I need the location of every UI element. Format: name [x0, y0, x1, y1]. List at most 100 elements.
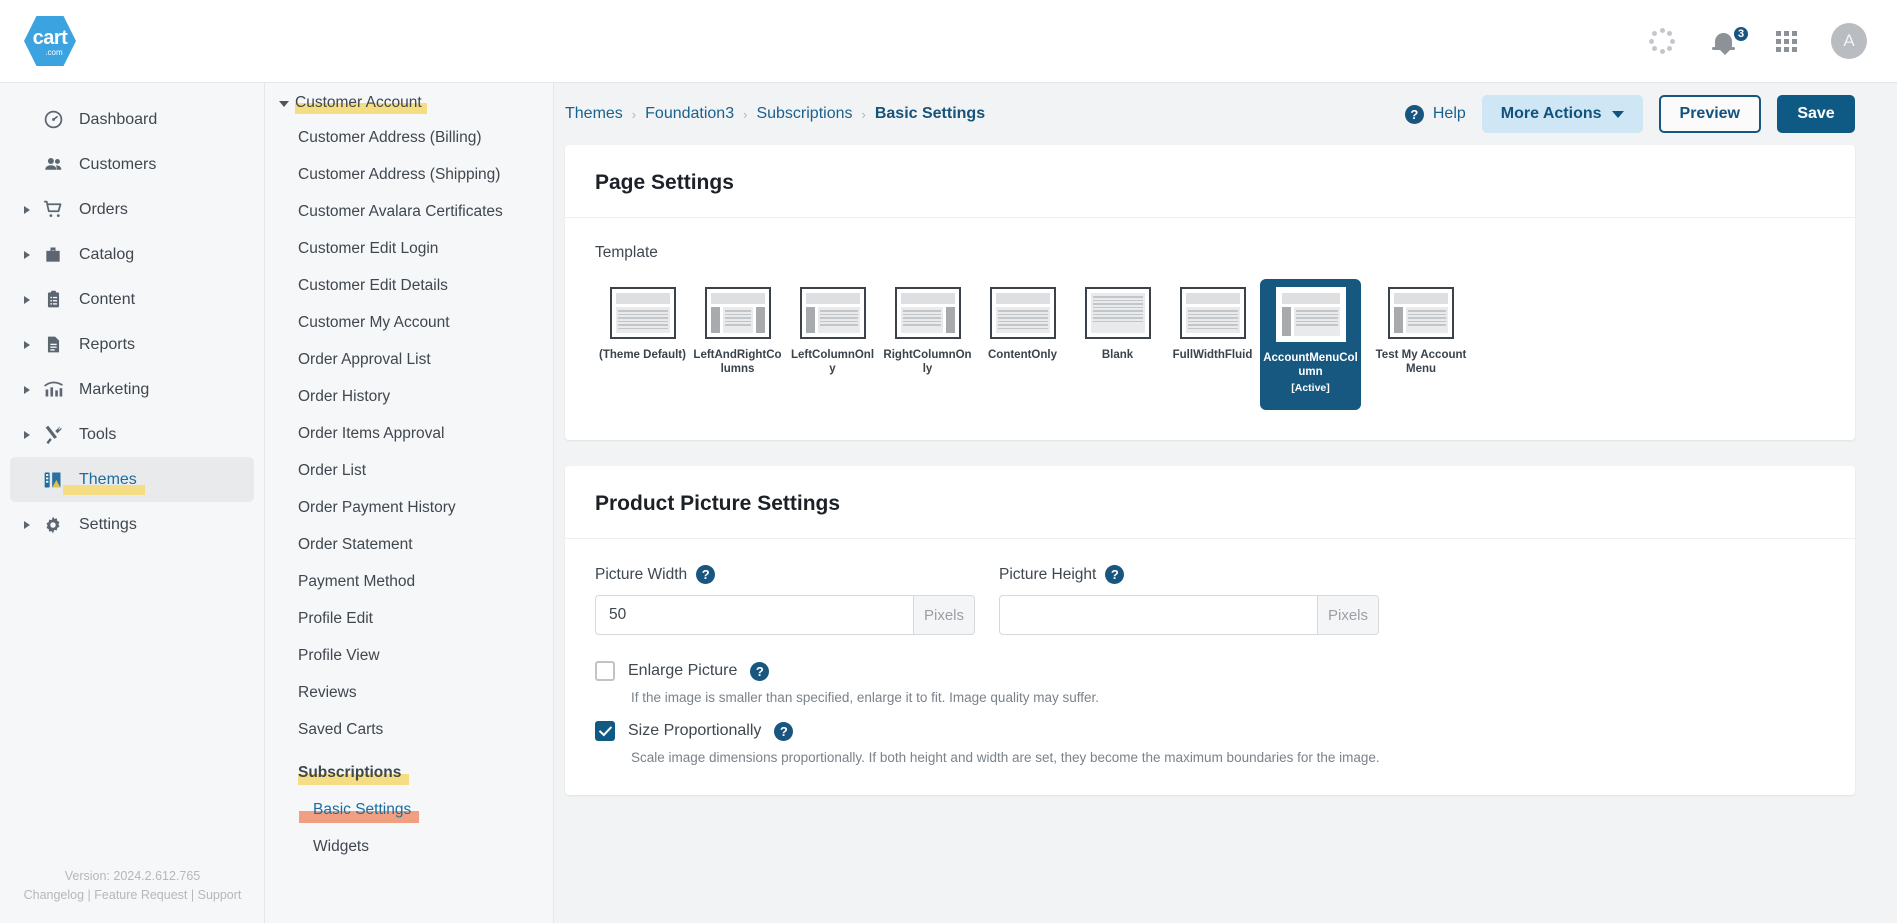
sidebar-item-reports[interactable]: Reports: [10, 322, 254, 367]
pages-item-basic-settings[interactable]: Basic Settings: [265, 791, 553, 828]
template-thumbnail: [1084, 287, 1151, 339]
loading-spinner-icon[interactable]: [1645, 24, 1679, 58]
enlarge-picture-checkbox[interactable]: [595, 661, 615, 681]
expand-caret[interactable]: [24, 385, 34, 394]
template-name: AccountMenuColumn: [1263, 352, 1358, 378]
save-button[interactable]: Save: [1777, 95, 1855, 133]
product-picture-settings-body: Picture Width ? Pixels Picture Height ?: [565, 539, 1855, 795]
pages-item-order-history[interactable]: Order History: [265, 378, 553, 415]
question-mark-icon[interactable]: ?: [696, 565, 716, 584]
pages-item-customer-address-shipping[interactable]: Customer Address (Shipping): [265, 156, 553, 193]
more-actions-button[interactable]: More Actions: [1481, 95, 1643, 133]
picture-height-input[interactable]: [999, 595, 1317, 635]
template-option-theme-default[interactable]: (Theme Default): [595, 279, 690, 372]
breadcrumb-themes[interactable]: Themes: [565, 105, 623, 123]
pages-item-order-list[interactable]: Order List: [265, 452, 553, 489]
preview-button[interactable]: Preview: [1658, 95, 1761, 133]
pages-group-label: Customer Account: [295, 94, 422, 111]
pages-item-customer-address-billing[interactable]: Customer Address (Billing): [265, 119, 553, 156]
template-option-left-column-only[interactable]: LeftColumnOnly: [785, 279, 880, 386]
pages-item-order-statement[interactable]: Order Statement: [265, 526, 553, 563]
pages-item-customer-my-account[interactable]: Customer My Account: [265, 304, 553, 341]
pages-item-label: Order Items Approval: [298, 425, 445, 442]
picture-height-input-group: Pixels: [999, 595, 1379, 635]
pages-item-saved-carts[interactable]: Saved Carts: [265, 711, 553, 748]
pages-item-label: Widgets: [313, 838, 369, 855]
chevron-down-icon: [279, 101, 289, 107]
pages-item-reviews[interactable]: Reviews: [265, 674, 553, 711]
sidebar-item-themes[interactable]: Themes: [10, 457, 254, 502]
template-name: (Theme Default): [599, 349, 686, 361]
product-picture-settings-header: Product Picture Settings: [565, 466, 1855, 539]
pages-item-widgets[interactable]: Widgets: [265, 828, 553, 865]
sidebar-item-orders[interactable]: Orders: [10, 187, 254, 232]
question-mark-icon[interactable]: ?: [1105, 565, 1125, 584]
expand-caret[interactable]: [24, 520, 34, 529]
pages-item-order-payment-history[interactable]: Order Payment History: [265, 489, 553, 526]
picture-height-label: Picture Height: [999, 565, 1097, 583]
sidebar-item-settings[interactable]: Settings: [10, 502, 254, 547]
template-option-blank[interactable]: Blank: [1070, 279, 1165, 372]
breadcrumb-subscriptions[interactable]: Subscriptions: [756, 105, 852, 123]
expand-caret[interactable]: [24, 430, 34, 439]
theme-pages-nav: Customer Account Customer Address (Billi…: [265, 83, 554, 923]
apps-grid-icon[interactable]: [1769, 24, 1803, 58]
expand-caret[interactable]: [24, 340, 34, 349]
sidebar-item-dashboard[interactable]: Dashboard: [10, 97, 254, 142]
sidebar-item-label: Reports: [79, 335, 136, 353]
template-thumbnail: [799, 287, 866, 339]
size-proportionally-checkbox[interactable]: [595, 721, 615, 741]
pages-item-label: Customer Address (Billing): [298, 129, 482, 146]
template-thumbnail: [609, 287, 676, 339]
support-link[interactable]: Support: [198, 888, 242, 902]
breadcrumb-foundation3[interactable]: Foundation3: [645, 105, 734, 123]
pages-item-customer-edit-login[interactable]: Customer Edit Login: [265, 230, 553, 267]
breadcrumb: Themes › Foundation3 › Subscriptions › B…: [565, 105, 985, 123]
pages-item-label: Customer Edit Login: [298, 240, 439, 257]
expand-caret[interactable]: [24, 295, 34, 304]
sidebar-item-label: Settings: [79, 515, 137, 533]
sidebar-item-content[interactable]: Content: [10, 277, 254, 322]
template-option-left-and-right-columns[interactable]: LeftAndRightColumns: [690, 279, 785, 386]
sidebar-item-label: Content: [79, 290, 136, 308]
template-option-account-menu-column[interactable]: AccountMenuColumn [Active]: [1260, 279, 1361, 410]
pages-item-customer-edit-details[interactable]: Customer Edit Details: [265, 267, 553, 304]
pages-item-order-items-approval[interactable]: Order Items Approval: [265, 415, 553, 452]
reports-document-icon: [40, 335, 66, 354]
question-mark-icon[interactable]: ?: [750, 661, 770, 681]
help-link[interactable]: ? Help: [1404, 104, 1466, 124]
feature-request-link[interactable]: Feature Request: [94, 888, 187, 902]
pages-item-profile-view[interactable]: Profile View: [265, 637, 553, 674]
sidebar-item-customers[interactable]: Customers: [10, 142, 254, 187]
picture-dimension-fields: Picture Width ? Pixels Picture Height ?: [595, 565, 1825, 635]
pages-group-customer-account[interactable]: Customer Account: [265, 87, 553, 119]
sidebar-item-catalog[interactable]: Catalog: [10, 232, 254, 277]
pages-item-order-approval-list[interactable]: Order Approval List: [265, 341, 553, 378]
cart-com-logo[interactable]: cart .com: [22, 13, 78, 69]
expand-caret[interactable]: [24, 205, 34, 214]
template-option-test-my-account-menu[interactable]: Test My Account Menu: [1361, 279, 1481, 386]
settings-gear-icon: [40, 515, 66, 535]
pages-item-profile-edit[interactable]: Profile Edit: [265, 600, 553, 637]
template-option-right-column-only[interactable]: RightColumnOnly: [880, 279, 975, 386]
changelog-link[interactable]: Changelog: [24, 888, 84, 902]
pages-item-payment-method[interactable]: Payment Method: [265, 563, 553, 600]
pages-item-customer-avalara-certificates[interactable]: Customer Avalara Certificates: [265, 193, 553, 230]
bell-icon[interactable]: 3: [1707, 24, 1750, 58]
sidebar-item-label: Themes: [79, 470, 137, 488]
help-label: Help: [1432, 105, 1466, 122]
pages-group-subscriptions[interactable]: Subscriptions: [265, 748, 553, 791]
sidebar-item-tools[interactable]: Tools: [10, 412, 254, 457]
template-name: FullWidthFluid: [1172, 349, 1253, 361]
expand-caret[interactable]: [24, 250, 34, 259]
sidebar-item-marketing[interactable]: Marketing: [10, 367, 254, 412]
chevron-down-icon: [1611, 110, 1624, 118]
template-option-full-width-fluid[interactable]: FullWidthFluid: [1165, 279, 1260, 372]
footer-separator: |: [190, 888, 195, 902]
size-proportionally-row: Size Proportionally ?: [595, 721, 1825, 741]
template-name: LeftColumnOnly: [790, 349, 875, 375]
avatar[interactable]: A: [1831, 23, 1867, 59]
template-option-content-only[interactable]: ContentOnly: [975, 279, 1070, 372]
picture-width-input[interactable]: [595, 595, 913, 635]
question-mark-icon[interactable]: ?: [774, 721, 794, 741]
